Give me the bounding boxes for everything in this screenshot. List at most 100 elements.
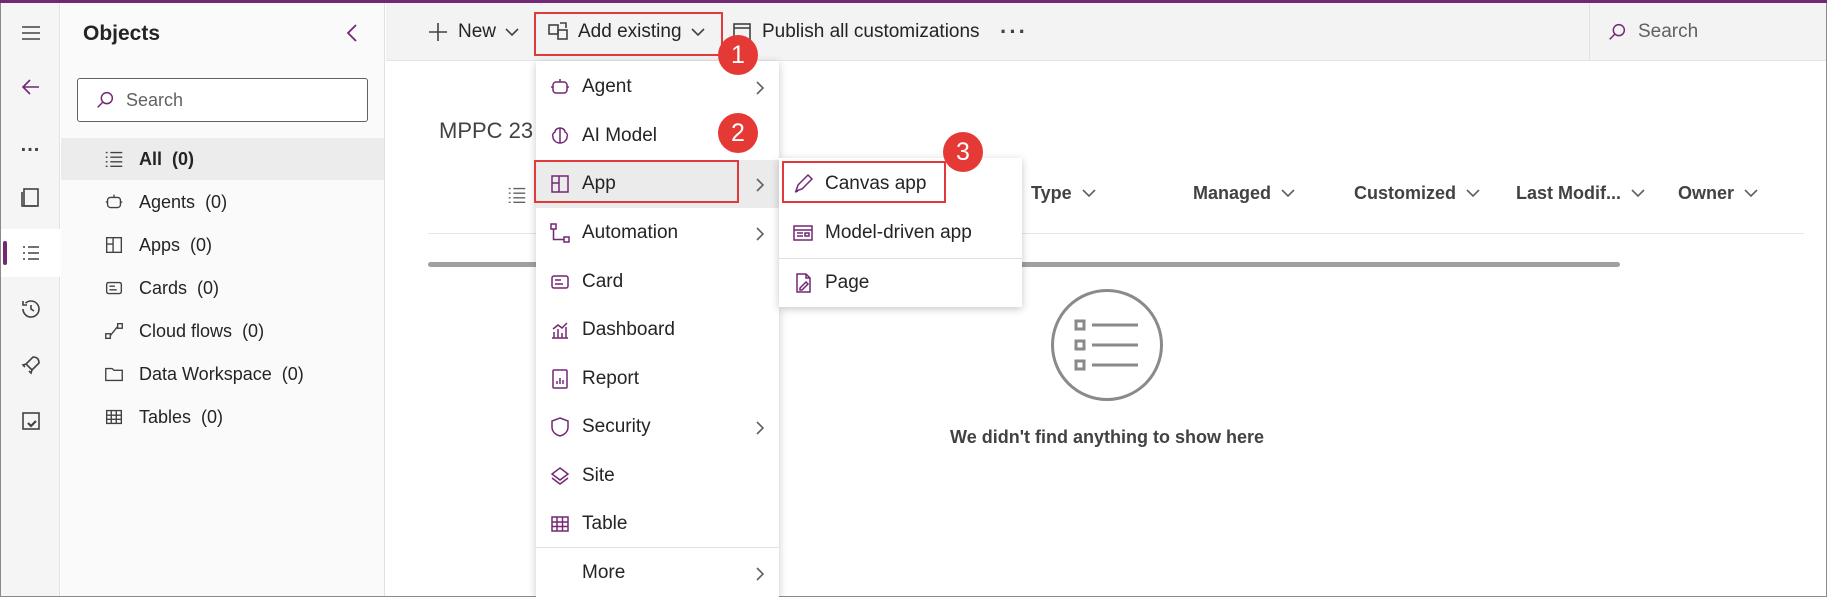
solution-checker-icon[interactable]: [1, 397, 60, 445]
new-button[interactable]: New: [426, 3, 520, 61]
menu-item-label: More: [582, 562, 626, 583]
objects-item-agents[interactable]: Agents (0): [61, 181, 384, 223]
highlight-app: [534, 160, 739, 203]
list-icon: [105, 151, 123, 168]
menu-item-label: Card: [582, 271, 624, 292]
menu-item-report[interactable]: Report: [536, 355, 779, 403]
dashboard-icon: [548, 318, 572, 342]
objects-item-label: Cards (0): [139, 277, 220, 298]
objects-item-label: Data Workspace (0): [139, 363, 304, 384]
more-commands-label: ···: [1000, 19, 1028, 44]
objects-item-label: Agents (0): [139, 191, 228, 212]
chevron-right-icon: [753, 176, 767, 192]
search-icon: [97, 91, 114, 108]
column-label: Owner: [1678, 182, 1735, 203]
menu-divider: [536, 547, 779, 548]
rocket-icon[interactable]: [1, 341, 60, 389]
highlight-canvas-app: [782, 161, 946, 203]
callout-badge-1: 1: [718, 35, 758, 75]
empty-list-icon: [1051, 289, 1163, 401]
chevron-down-icon: [1466, 189, 1480, 198]
bot-icon: [548, 75, 572, 99]
chevron-down-icon: [1631, 189, 1645, 198]
menu-item-label: AI Model: [582, 125, 657, 146]
menu-item-more[interactable]: More: [536, 549, 779, 597]
report-icon: [548, 367, 572, 391]
publish-label: Publish all customizations: [762, 21, 980, 42]
objects-search-box[interactable]: [77, 78, 368, 122]
chevron-down-icon: [1744, 189, 1758, 198]
card-icon: [105, 281, 123, 295]
submenu-item-label: Model-driven app: [825, 222, 972, 243]
more-label: ...: [20, 133, 41, 156]
menu-item-security[interactable]: Security: [536, 403, 779, 451]
objects-item-cards[interactable]: Cards (0): [61, 267, 384, 309]
column-header-type[interactable]: Type: [1031, 173, 1096, 213]
chevron-down-icon: [1281, 189, 1295, 198]
more-icon[interactable]: ...: [1, 121, 60, 169]
objects-item-tables[interactable]: Tables (0): [61, 396, 384, 438]
objects-icon[interactable]: [1, 229, 60, 277]
objects-title: Objects: [83, 22, 161, 45]
highlight-add-existing: [534, 12, 723, 56]
chevron-down-icon: [505, 28, 519, 37]
column-header-last-modified[interactable]: Last Modif...: [1516, 173, 1645, 213]
empty-state-message: We didn't find anything to show here: [950, 427, 1264, 447]
menu-item-label: Report: [582, 368, 640, 389]
table-icon: [105, 409, 123, 425]
callout-badge-2: 2: [718, 113, 758, 153]
left-rail: ...: [1, 3, 60, 596]
objects-item-apps[interactable]: Apps (0): [61, 224, 384, 266]
menu-icon[interactable]: [1, 9, 60, 57]
publish-all-button[interactable]: Publish all customizations: [730, 3, 980, 61]
pages-icon[interactable]: [1, 173, 60, 221]
column-label: Customized: [1354, 182, 1457, 203]
objects-item-data-workspace[interactable]: Data Workspace (0): [61, 353, 384, 395]
menu-item-label: Automation: [582, 222, 679, 243]
submenu-item-model-driven-app[interactable]: Model-driven app: [779, 209, 1022, 257]
submenu-item-page[interactable]: Page: [779, 259, 1022, 307]
menu-item-site[interactable]: Site: [536, 452, 779, 500]
chevron-right-icon: [753, 79, 767, 95]
column-header-managed[interactable]: Managed: [1193, 173, 1295, 213]
column-label: Type: [1031, 182, 1072, 203]
bot-icon: [105, 194, 123, 209]
column-label: Managed: [1193, 182, 1272, 203]
menu-item-label: Dashboard: [582, 319, 675, 340]
objects-panel: Objects All (0) Agents (0) Apps (0) Card…: [61, 3, 385, 596]
chevron-right-icon: [753, 565, 767, 581]
objects-search-input[interactable]: [126, 89, 346, 111]
menu-item-dashboard[interactable]: Dashboard: [536, 306, 779, 354]
menu-item-table[interactable]: Table: [536, 500, 779, 548]
column-header-owner[interactable]: Owner: [1678, 173, 1758, 213]
menu-item-automation[interactable]: Automation: [536, 209, 779, 257]
submenu-item-label: Page: [825, 272, 870, 293]
objects-item-label: Cloud flows (0): [139, 320, 265, 341]
chevron-right-icon: [753, 225, 767, 241]
objects-item-label: Tables (0): [139, 406, 224, 427]
objects-item-label: All (0): [139, 148, 195, 169]
collapse-panel-icon[interactable]: [341, 21, 365, 45]
column-header-customized[interactable]: Customized: [1354, 173, 1480, 213]
menu-item-card[interactable]: Card: [536, 258, 779, 306]
model-app-icon: [791, 221, 815, 245]
menu-item-label: Agent: [582, 76, 632, 97]
table-icon: [548, 512, 572, 536]
objects-item-cloud-flows[interactable]: Cloud flows (0): [61, 310, 384, 352]
objects-item-all[interactable]: All (0): [61, 138, 384, 180]
site-icon: [548, 464, 572, 488]
plus-icon: [429, 23, 447, 41]
new-label: New: [458, 21, 497, 42]
brain-icon: [548, 124, 572, 148]
solution-name: MPPC 23: [439, 118, 534, 143]
apps-icon: [105, 236, 123, 254]
shield-icon: [548, 415, 572, 439]
history-icon[interactable]: [1, 285, 60, 333]
command-search-box[interactable]: Search: [1589, 3, 1825, 61]
more-commands-button[interactable]: ···: [1000, 3, 1028, 61]
list-icon: [506, 184, 528, 206]
command-search-placeholder: Search: [1638, 21, 1699, 42]
chevron-right-icon: [753, 419, 767, 435]
back-arrow-icon[interactable]: [1, 63, 60, 111]
flow-icon: [548, 221, 572, 245]
